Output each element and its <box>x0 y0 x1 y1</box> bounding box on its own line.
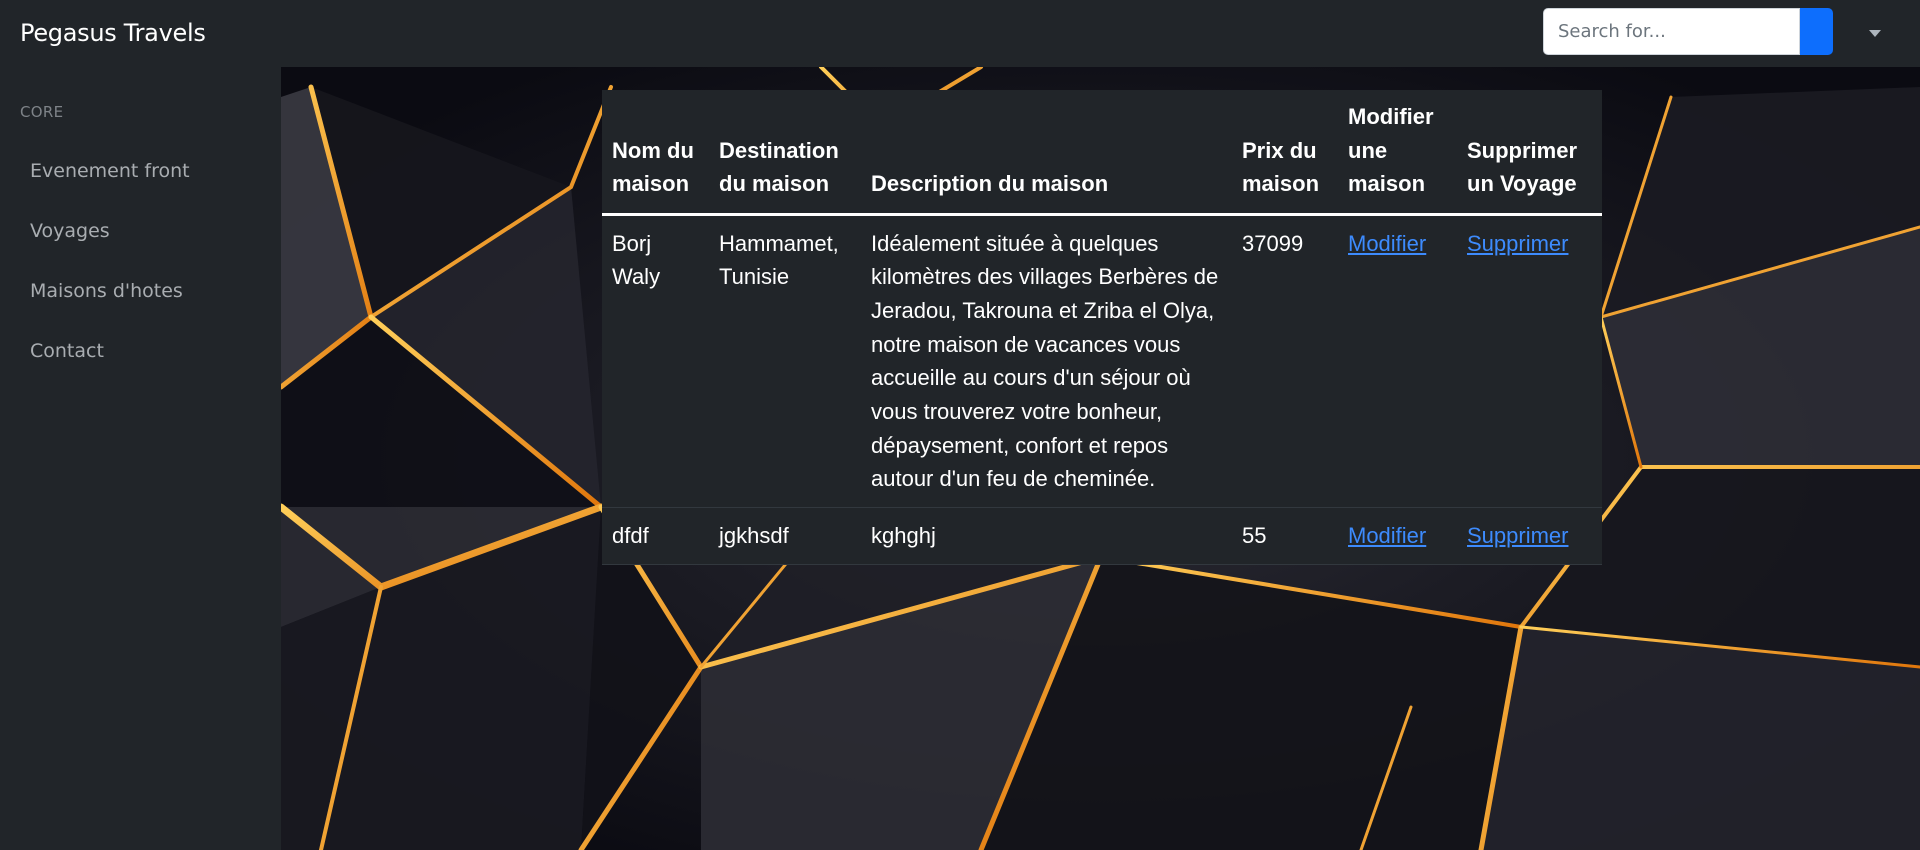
sidebar-heading: CORE <box>20 103 64 121</box>
sidebar-item-contact[interactable]: Contact <box>30 336 104 366</box>
header-modifier: Modifier une maison <box>1338 90 1457 216</box>
sidebar-item-voyages[interactable]: Voyages <box>30 216 110 246</box>
cell-nom: dfdf <box>602 507 709 565</box>
header-nom: Nom du maison <box>602 90 709 216</box>
table-row: Borj Waly Hammamet, Tunisie Idéalement s… <box>602 214 1602 509</box>
maisons-table: Nom du maison Destination du maison Desc… <box>602 90 1602 565</box>
top-navbar: Pegasus Travels <box>0 0 1920 67</box>
table-header-row: Nom du maison Destination du maison Desc… <box>602 90 1602 216</box>
cell-prix: 37099 <box>1232 214 1338 509</box>
cell-prix: 55 <box>1232 507 1338 565</box>
header-destination: Destination du maison <box>709 90 861 216</box>
chevron-down-icon <box>1869 29 1881 37</box>
cell-nom: Borj Waly <box>602 214 709 509</box>
cell-supprimer: Supprimer <box>1457 507 1602 565</box>
table-row: dfdf jgkhsdf kghghj 55 Modifier Supprime… <box>602 507 1602 565</box>
supprimer-link[interactable]: Supprimer <box>1467 523 1568 548</box>
brand-title[interactable]: Pegasus Travels <box>20 18 206 48</box>
supprimer-link[interactable]: Supprimer <box>1467 231 1568 256</box>
search-form <box>1543 8 1833 55</box>
sidebar-item-maisons-dhotes[interactable]: Maisons d'hotes <box>30 276 183 306</box>
cell-modifier: Modifier <box>1338 214 1457 509</box>
user-dropdown-toggle[interactable] <box>1860 20 1890 46</box>
main-content: Nom du maison Destination du maison Desc… <box>281 67 1920 850</box>
cell-destination: Hammamet, Tunisie <box>709 214 861 509</box>
modifier-link[interactable]: Modifier <box>1348 523 1426 548</box>
cell-destination: jgkhsdf <box>709 507 861 565</box>
search-button[interactable] <box>1800 8 1833 55</box>
cell-description: kghghj <box>861 507 1232 565</box>
header-prix: Prix du maison <box>1232 90 1338 216</box>
sidebar-item-evenement-front[interactable]: Evenement front <box>30 156 190 186</box>
header-description: Description du maison <box>861 90 1232 216</box>
header-supprimer: Supprimer un Voyage <box>1457 90 1602 216</box>
cell-supprimer: Supprimer <box>1457 214 1602 509</box>
sidebar: CORE Evenement front Voyages Maisons d'h… <box>0 67 281 850</box>
cell-description: Idéalement située à quelques kilomètres … <box>861 214 1232 509</box>
maisons-table-card: Nom du maison Destination du maison Desc… <box>602 90 1602 565</box>
search-input[interactable] <box>1543 8 1800 55</box>
cell-modifier: Modifier <box>1338 507 1457 565</box>
modifier-link[interactable]: Modifier <box>1348 231 1426 256</box>
